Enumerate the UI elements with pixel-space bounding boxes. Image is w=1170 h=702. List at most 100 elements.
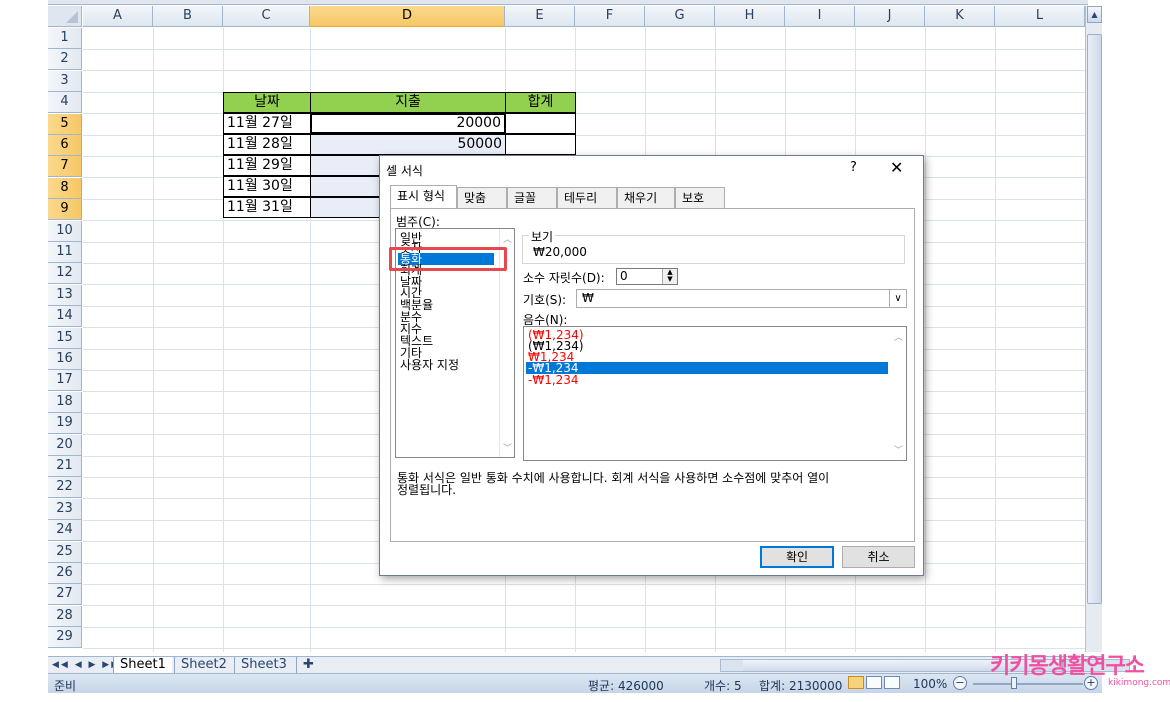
column-header-e[interactable]: E bbox=[505, 6, 575, 27]
close-icon[interactable]: ✕ bbox=[890, 158, 903, 177]
decimal-places-value: 0 bbox=[620, 269, 628, 283]
row-header[interactable]: 4 bbox=[48, 92, 82, 114]
row-header[interactable]: 24 bbox=[48, 520, 82, 542]
page-layout-icon[interactable] bbox=[866, 676, 882, 689]
list-item-selected[interactable]: -₩1,234 bbox=[526, 362, 888, 374]
row-header[interactable]: 17 bbox=[48, 370, 82, 392]
symbol-value: ₩ bbox=[582, 291, 594, 305]
list-item[interactable]: -₩1,234 bbox=[526, 374, 581, 386]
row-header[interactable]: 26 bbox=[48, 563, 82, 584]
row-header[interactable]: 21 bbox=[48, 456, 82, 477]
expense-cell[interactable] bbox=[310, 176, 380, 197]
scroll-down-icon[interactable]: ﹀ bbox=[503, 441, 512, 454]
date-cell[interactable]: 11월 29일 bbox=[223, 155, 311, 176]
date-cell[interactable]: 11월 27일 bbox=[223, 113, 311, 134]
row-header[interactable]: 10 bbox=[48, 220, 82, 242]
total-cell[interactable] bbox=[505, 113, 576, 134]
total-cell[interactable] bbox=[505, 134, 576, 155]
scroll-up-icon[interactable]: ▲ bbox=[1087, 6, 1102, 23]
row-header[interactable]: 1 bbox=[48, 28, 82, 49]
column-header-j[interactable]: J bbox=[855, 6, 925, 27]
tab-fill[interactable]: 채우기 bbox=[617, 187, 675, 209]
row-header[interactable]: 14 bbox=[48, 306, 82, 328]
normal-view-icon[interactable] bbox=[848, 676, 864, 689]
column-header-k[interactable]: K bbox=[925, 6, 995, 27]
column-header-f[interactable]: F bbox=[575, 6, 645, 27]
column-header-a[interactable]: A bbox=[83, 6, 153, 27]
column-header-h[interactable]: H bbox=[715, 6, 785, 27]
row-header[interactable]: 16 bbox=[48, 349, 82, 370]
scroll-up-icon[interactable]: ︿ bbox=[503, 232, 512, 245]
row-header[interactable]: 29 bbox=[48, 627, 82, 649]
status-bar: 준비 평균: 426000 개수: 5 합계: 2130000 100% − + bbox=[48, 673, 1102, 693]
row-header[interactable]: 22 bbox=[48, 477, 82, 499]
tab-number-format[interactable]: 표시 형식 bbox=[390, 185, 457, 208]
left-frame bbox=[0, 0, 48, 702]
date-cell[interactable]: 11월 31일 bbox=[223, 197, 311, 218]
row-header[interactable]: 23 bbox=[48, 498, 82, 520]
list-item[interactable]: 사용자 지정 bbox=[398, 359, 461, 371]
symbol-select[interactable]: ₩ ∨ bbox=[576, 289, 907, 308]
column-header-l[interactable]: L bbox=[995, 6, 1085, 27]
header-date[interactable]: 날짜 bbox=[223, 92, 311, 113]
sheet-nav-arrows-icon[interactable]: ◀◀ ◀ ▶ ▶▶ bbox=[52, 657, 120, 673]
status-mode: 준비 bbox=[54, 679, 77, 693]
tab-border[interactable]: 테두리 bbox=[557, 187, 617, 209]
ok-button[interactable]: 확인 bbox=[760, 546, 834, 568]
tab-protection[interactable]: 보호 bbox=[675, 187, 725, 209]
row-header[interactable]: 9 bbox=[48, 199, 82, 221]
row-header[interactable]: 5 bbox=[48, 113, 82, 135]
expense-cell[interactable] bbox=[310, 197, 380, 218]
stepper-arrows-icon[interactable]: ▲ ▼ bbox=[662, 269, 677, 284]
row-header[interactable]: 19 bbox=[48, 413, 82, 435]
header-total[interactable]: 합계 bbox=[505, 92, 576, 113]
row-header[interactable]: 2 bbox=[48, 49, 82, 71]
row-header[interactable]: 28 bbox=[48, 605, 82, 627]
gridline bbox=[83, 648, 1085, 650]
date-cell[interactable]: 11월 28일 bbox=[223, 134, 311, 155]
column-header-i[interactable]: I bbox=[785, 6, 855, 27]
column-header-b[interactable]: B bbox=[153, 6, 223, 27]
tab-font[interactable]: 글꼴 bbox=[507, 187, 557, 209]
row-header[interactable]: 13 bbox=[48, 284, 82, 306]
row-header[interactable]: 15 bbox=[48, 327, 82, 349]
row-header[interactable]: 3 bbox=[48, 70, 82, 92]
vertical-scrollbar[interactable]: ▲ bbox=[1085, 6, 1102, 652]
column-header-c[interactable]: C bbox=[223, 6, 310, 27]
status-count: 개수: 5 bbox=[704, 679, 742, 693]
negative-numbers-list[interactable]: (₩1,234) (₩1,234) ₩1,234 -₩1,234 -₩1,234… bbox=[523, 326, 907, 461]
row-header[interactable]: 7 bbox=[48, 156, 82, 178]
row-header[interactable]: 27 bbox=[48, 584, 82, 606]
expense-cell[interactable]: 50000 bbox=[310, 134, 506, 155]
header-expense[interactable]: 지출 bbox=[310, 92, 506, 113]
column-header-d[interactable]: D bbox=[310, 6, 505, 27]
scroll-up-icon[interactable]: ︿ bbox=[894, 330, 903, 343]
zoom-out-icon[interactable]: − bbox=[953, 676, 967, 690]
decimal-places-stepper[interactable]: 0 ▲ ▼ bbox=[616, 268, 678, 285]
sheet-tab-sheet1[interactable]: Sheet1 bbox=[113, 657, 172, 673]
row-header[interactable]: 8 bbox=[48, 177, 82, 199]
row-header[interactable]: 25 bbox=[48, 541, 82, 563]
expense-cell-active[interactable]: 20000 bbox=[310, 113, 506, 134]
sheet-tab-sheet2[interactable]: Sheet2 bbox=[174, 657, 233, 673]
row-header[interactable]: 20 bbox=[48, 434, 82, 456]
zoom-level[interactable]: 100% bbox=[913, 677, 947, 691]
column-header-g[interactable]: G bbox=[645, 6, 715, 27]
chevron-down-icon[interactable]: ∨ bbox=[889, 290, 906, 307]
negative-list-scrollbar[interactable]: ︿ ﹀ bbox=[891, 327, 906, 460]
vertical-scroll-thumb[interactable] bbox=[1087, 34, 1102, 604]
expense-cell[interactable] bbox=[310, 155, 380, 176]
row-header[interactable]: 6 bbox=[48, 135, 82, 156]
date-cell[interactable]: 11월 30일 bbox=[223, 176, 311, 197]
insert-sheet-icon[interactable]: ✚ bbox=[296, 657, 324, 673]
scroll-down-icon[interactable]: ﹀ bbox=[894, 443, 903, 456]
help-icon[interactable]: ? bbox=[850, 160, 857, 175]
sheet-tab-sheet3[interactable]: Sheet3 bbox=[234, 657, 293, 673]
select-all-corner[interactable] bbox=[48, 6, 82, 27]
page-break-icon[interactable] bbox=[884, 676, 900, 689]
row-header[interactable]: 11 bbox=[48, 242, 82, 263]
tab-alignment[interactable]: 맞춤 bbox=[457, 187, 507, 209]
cancel-button[interactable]: 취소 bbox=[842, 546, 915, 568]
row-header[interactable]: 12 bbox=[48, 263, 82, 285]
row-header[interactable]: 18 bbox=[48, 391, 82, 413]
